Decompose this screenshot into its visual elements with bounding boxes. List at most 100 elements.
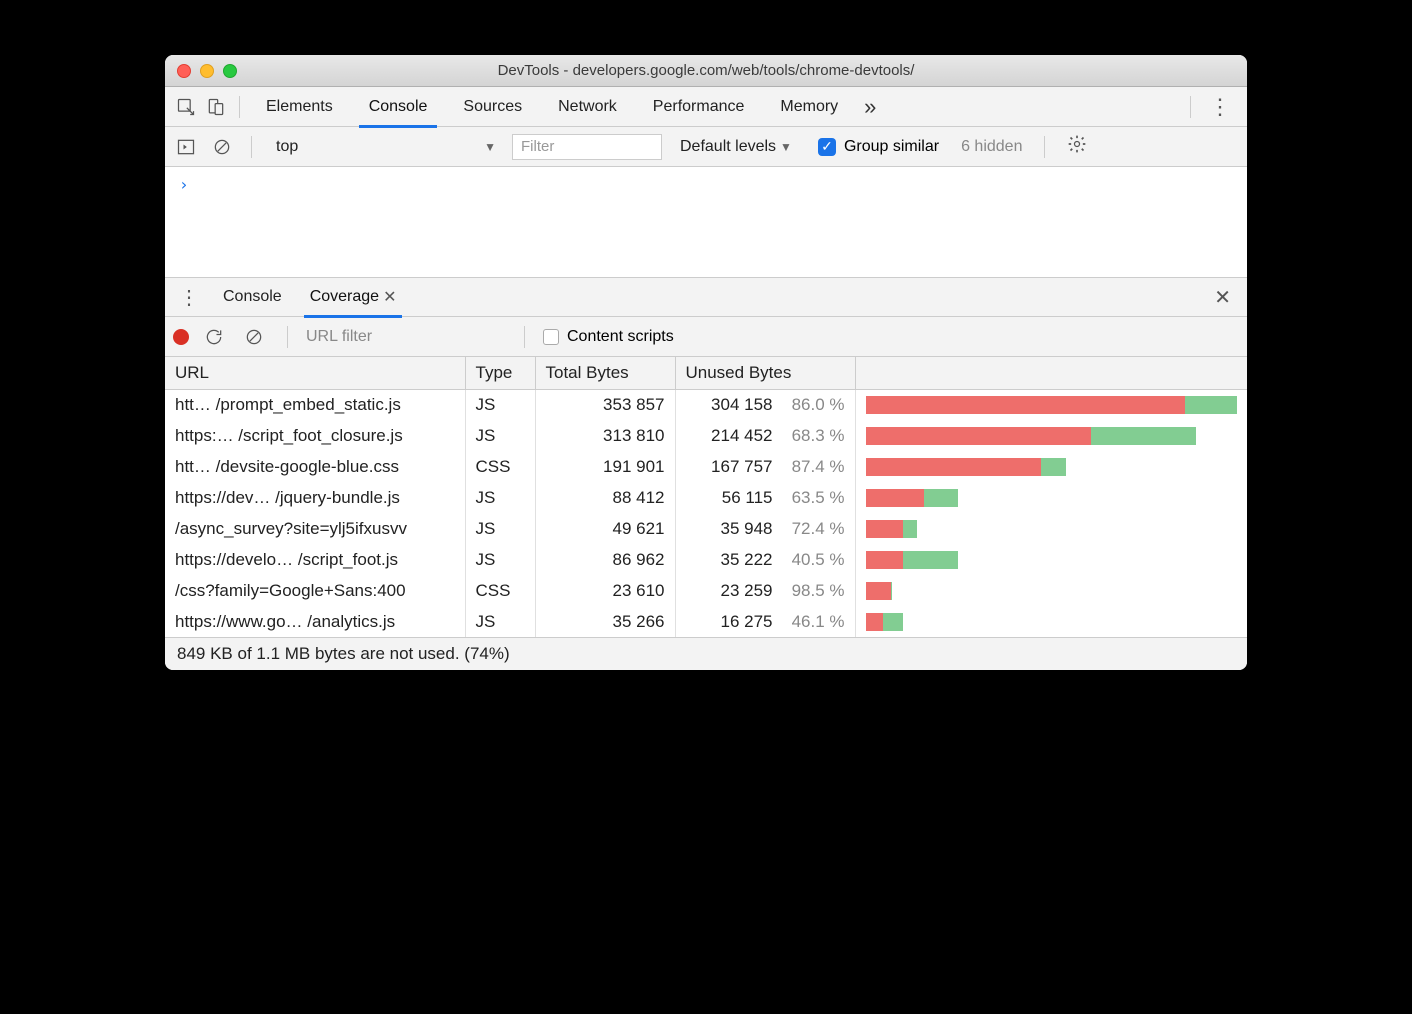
divider [1190, 96, 1191, 118]
header-unused[interactable]: Unused Bytes [675, 357, 855, 389]
hidden-count[interactable]: 6 hidden [953, 138, 1030, 156]
drawer-tab-coverage[interactable]: Coverage✕ [296, 277, 411, 317]
inspect-element-icon[interactable] [171, 92, 201, 122]
context-selector-label: top [276, 138, 298, 156]
cell-url: /css?family=Google+Sans:400 [165, 575, 465, 606]
tab-console[interactable]: Console [351, 87, 446, 127]
traffic-lights [177, 64, 237, 78]
cell-type: JS [465, 482, 535, 513]
console-prompt-icon: › [179, 175, 189, 194]
close-tab-icon[interactable]: ✕ [383, 287, 396, 307]
close-drawer-icon[interactable]: ✕ [1202, 285, 1243, 310]
tab-elements[interactable]: Elements [248, 87, 351, 127]
divider [1044, 136, 1045, 158]
header-type[interactable]: Type [465, 357, 535, 389]
cell-type: JS [465, 513, 535, 544]
table-row[interactable]: /async_survey?site=ylj5ifxusvvJS49 62135… [165, 513, 1247, 544]
header-bar[interactable] [855, 357, 1247, 389]
header-total[interactable]: Total Bytes [535, 357, 675, 389]
cell-usage-bar [855, 482, 1247, 513]
log-levels-selector[interactable]: Default levels ▼ [668, 138, 804, 156]
header-url[interactable]: URL [165, 357, 465, 389]
cell-usage-bar [855, 389, 1247, 420]
coverage-toolbar: Content scripts [165, 317, 1247, 357]
chevron-down-icon: ▼ [780, 140, 792, 154]
cell-total-bytes: 35 266 [535, 606, 675, 637]
divider [287, 326, 288, 348]
group-similar-label: Group similar [844, 138, 939, 156]
divider [524, 326, 525, 348]
cell-url: /async_survey?site=ylj5ifxusvv [165, 513, 465, 544]
table-header-row: URL Type Total Bytes Unused Bytes [165, 357, 1247, 389]
console-settings-icon[interactable] [1059, 134, 1095, 160]
drawer-tab-console[interactable]: Console [209, 277, 296, 317]
group-similar-checkbox[interactable]: ✓ [818, 138, 836, 156]
coverage-summary: 849 KB of 1.1 MB bytes are not used. (74… [165, 637, 1247, 670]
cell-total-bytes: 49 621 [535, 513, 675, 544]
clear-coverage-icon[interactable] [239, 322, 269, 352]
table-row[interactable]: https:… /script_foot_closure.jsJS313 810… [165, 420, 1247, 451]
drawer-tab-label: Console [223, 288, 282, 306]
table-row[interactable]: https://www.go… /analytics.jsJS35 26616 … [165, 606, 1247, 637]
cell-type: JS [465, 544, 535, 575]
cell-type: CSS [465, 575, 535, 606]
table-row[interactable]: htt… /devsite-google-blue.cssCSS191 9011… [165, 451, 1247, 482]
device-toggle-icon[interactable] [201, 92, 231, 122]
record-button[interactable] [173, 329, 189, 345]
cell-usage-bar [855, 606, 1247, 637]
content-scripts-label: Content scripts [567, 328, 674, 346]
table-row[interactable]: /css?family=Google+Sans:400CSS23 61023 2… [165, 575, 1247, 606]
cell-unused-bytes: 35 22240.5 % [675, 544, 855, 575]
cell-unused-bytes: 16 27546.1 % [675, 606, 855, 637]
cell-type: JS [465, 389, 535, 420]
cell-total-bytes: 88 412 [535, 482, 675, 513]
main-tabs-row: ElementsConsoleSourcesNetworkPerformance… [165, 87, 1247, 127]
cell-unused-bytes: 23 25998.5 % [675, 575, 855, 606]
cell-unused-bytes: 304 15886.0 % [675, 389, 855, 420]
cell-usage-bar [855, 451, 1247, 482]
cell-unused-bytes: 35 94872.4 % [675, 513, 855, 544]
cell-type: JS [465, 420, 535, 451]
cell-total-bytes: 191 901 [535, 451, 675, 482]
cell-unused-bytes: 56 11563.5 % [675, 482, 855, 513]
more-tabs-button[interactable]: » [864, 94, 876, 120]
clear-console-icon[interactable] [207, 132, 237, 162]
cell-url: htt… /devsite-google-blue.css [165, 451, 465, 482]
cell-total-bytes: 313 810 [535, 420, 675, 451]
tab-performance[interactable]: Performance [635, 87, 763, 127]
cell-url: https://develo… /script_foot.js [165, 544, 465, 575]
chevron-down-icon: ▼ [484, 140, 496, 154]
drawer-tabs: Console Coverage✕ [209, 277, 410, 317]
table-row[interactable]: https://develo… /script_foot.jsJS86 9623… [165, 544, 1247, 575]
cell-unused-bytes: 167 75787.4 % [675, 451, 855, 482]
tab-sources[interactable]: Sources [445, 87, 540, 127]
context-selector[interactable]: top ▼ [266, 133, 506, 161]
close-window-button[interactable] [177, 64, 191, 78]
url-filter-input[interactable] [306, 324, 506, 350]
settings-kebab-icon[interactable]: ⋮ [1199, 94, 1241, 120]
cell-usage-bar [855, 420, 1247, 451]
console-body[interactable]: › [165, 167, 1247, 277]
drawer-menu-icon[interactable]: ⋮ [169, 285, 209, 310]
main-tabs: ElementsConsoleSourcesNetworkPerformance… [248, 87, 856, 127]
content-scripts-checkbox[interactable] [543, 329, 559, 345]
console-filter-input[interactable] [512, 134, 662, 160]
cell-usage-bar [855, 575, 1247, 606]
cell-type: JS [465, 606, 535, 637]
zoom-window-button[interactable] [223, 64, 237, 78]
minimize-window-button[interactable] [200, 64, 214, 78]
cell-total-bytes: 86 962 [535, 544, 675, 575]
execution-context-icon[interactable] [171, 132, 201, 162]
cell-url: https://dev… /jquery-bundle.js [165, 482, 465, 513]
tab-network[interactable]: Network [540, 87, 635, 127]
drawer-tabs-row: ⋮ Console Coverage✕ ✕ [165, 277, 1247, 317]
table-row[interactable]: htt… /prompt_embed_static.jsJS353 857304… [165, 389, 1247, 420]
cell-url: https:… /script_foot_closure.js [165, 420, 465, 451]
reload-icon[interactable] [199, 322, 229, 352]
cell-url: htt… /prompt_embed_static.js [165, 389, 465, 420]
tab-memory[interactable]: Memory [762, 87, 856, 127]
table-row[interactable]: https://dev… /jquery-bundle.jsJS88 41256… [165, 482, 1247, 513]
cell-total-bytes: 353 857 [535, 389, 675, 420]
cell-unused-bytes: 214 45268.3 % [675, 420, 855, 451]
titlebar: DevTools - developers.google.com/web/too… [165, 55, 1247, 87]
